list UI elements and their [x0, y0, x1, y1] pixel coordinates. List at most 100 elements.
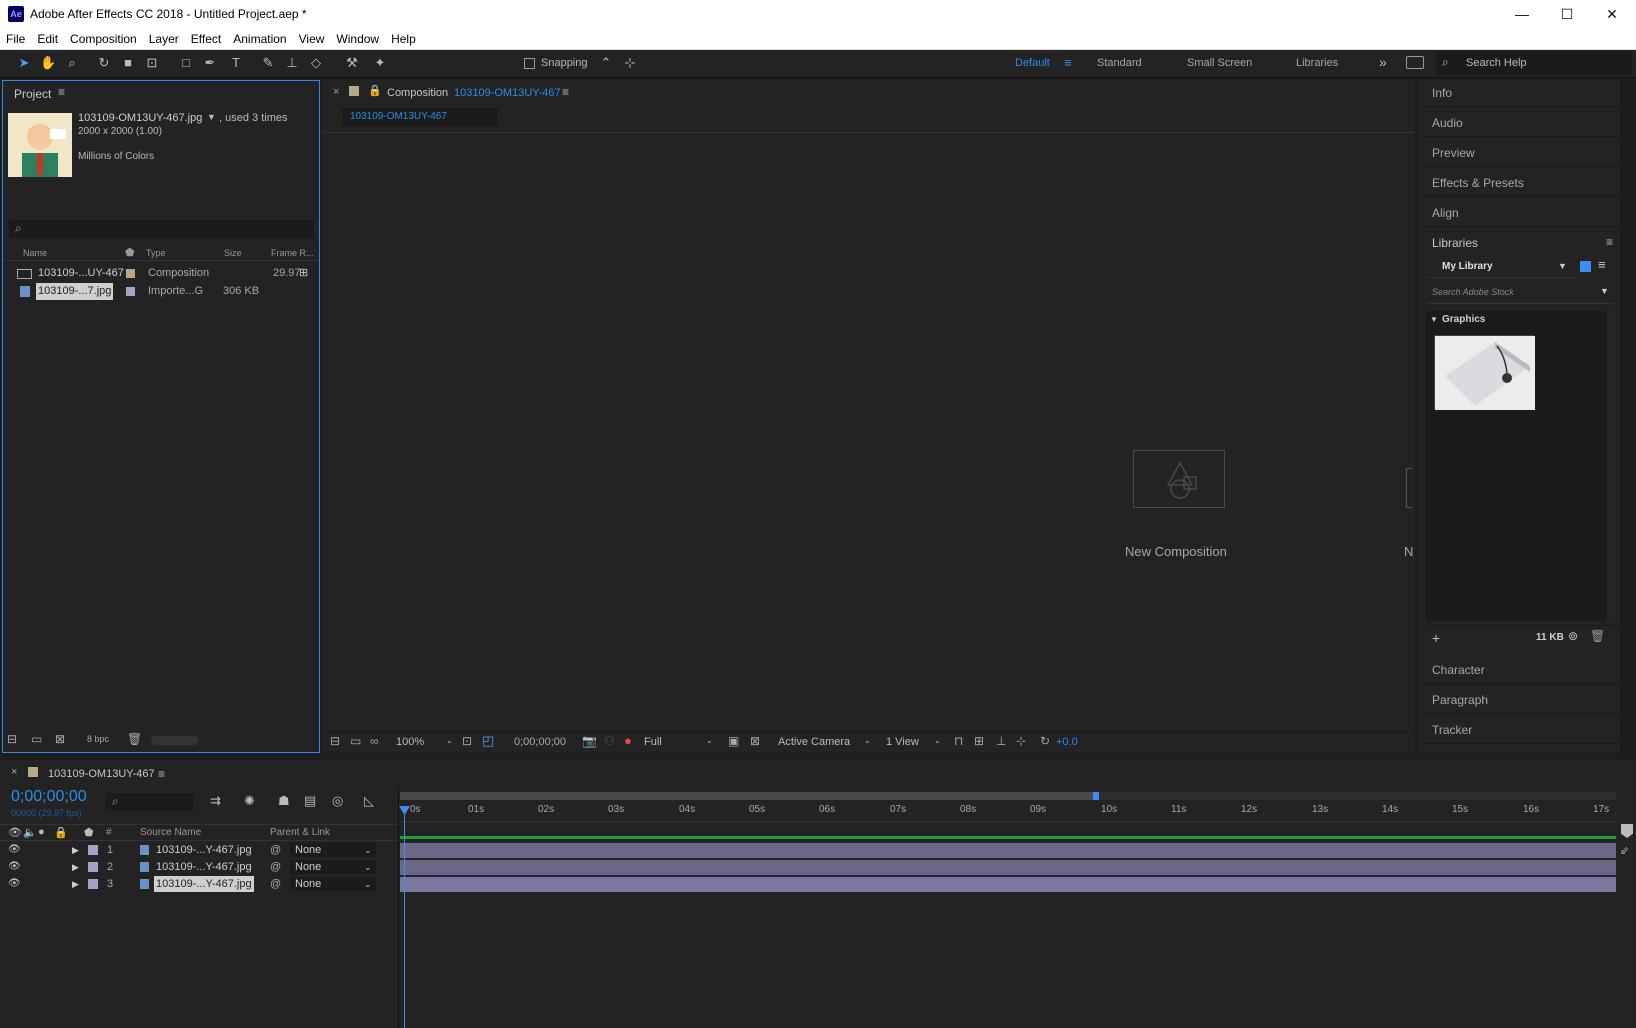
- eye-icon[interactable]: 👁: [8, 842, 21, 858]
- expand-triangle-icon[interactable]: ▶: [72, 876, 79, 892]
- character-panel-tab[interactable]: Character: [1422, 656, 1622, 684]
- libraries-scrollbar[interactable]: [1610, 311, 1616, 621]
- minimize-button[interactable]: —: [1500, 3, 1544, 27]
- layer-row-1[interactable]: 👁 ▶ 1 103109-...Y-467.jpg @ None ⌄: [0, 842, 398, 858]
- trash-icon[interactable]: 🗑: [1590, 629, 1605, 643]
- expand-triangle-icon[interactable]: ▶: [72, 859, 79, 875]
- layer-row-3[interactable]: 👁 ▶ 3 103109-...Y-467.jpg @ None ⌄: [0, 876, 398, 892]
- timeline-panel-menu-icon[interactable]: ≡: [158, 767, 165, 781]
- new-folder-icon[interactable]: ▭: [31, 732, 42, 746]
- usage-dropdown-icon[interactable]: ▼: [207, 112, 216, 122]
- toggle-pixel-aspect-icon[interactable]: ⊓: [954, 734, 963, 748]
- project-search-input[interactable]: ⌕: [9, 220, 314, 238]
- frame-blending-icon[interactable]: ▤: [304, 793, 316, 809]
- roto-brush-tool-icon[interactable]: ⚒: [344, 55, 360, 71]
- time-navigator-end-handle[interactable]: [1093, 792, 1099, 800]
- label-tag-icon[interactable]: ⬟: [84, 826, 94, 839]
- layer-2-duration-bar[interactable]: [400, 860, 1616, 875]
- creative-cloud-icon[interactable]: ⊚: [1568, 629, 1578, 643]
- layer-label-chip[interactable]: [88, 879, 98, 889]
- new-composition-icon[interactable]: ⊠: [55, 732, 65, 746]
- workspace-libraries[interactable]: Libraries: [1296, 57, 1338, 69]
- libraries-title[interactable]: Libraries: [1432, 236, 1478, 250]
- col-size[interactable]: Size: [224, 248, 242, 258]
- audio-icon[interactable]: 🔈: [23, 826, 37, 839]
- eraser-tool-icon[interactable]: ◇: [308, 55, 324, 71]
- menu-layer[interactable]: Layer: [143, 28, 185, 46]
- graph-editor-icon[interactable]: ◺: [364, 793, 374, 809]
- type-tool-icon[interactable]: T: [228, 55, 244, 71]
- graphic-asset-thumbnail[interactable]: [1434, 335, 1535, 410]
- fast-previews-icon[interactable]: ▣: [728, 734, 739, 748]
- layer-source-name[interactable]: 103109-...Y-467.jpg: [156, 859, 252, 875]
- info-panel-tab[interactable]: Info: [1422, 79, 1622, 107]
- grid-view-icon[interactable]: [1580, 261, 1591, 272]
- lock-icon[interactable]: 🔒: [368, 84, 382, 97]
- col-name[interactable]: Name: [23, 248, 47, 258]
- col-type[interactable]: Type: [146, 248, 166, 258]
- thumbnail-size-slider[interactable]: [151, 736, 199, 745]
- fit-icon[interactable]: ⊡: [462, 734, 472, 748]
- add-asset-icon[interactable]: +: [1432, 630, 1440, 646]
- pick-whip-icon[interactable]: @: [270, 842, 281, 858]
- rectangle-tool-icon[interactable]: □: [178, 55, 194, 71]
- col-frame-rate[interactable]: Frame R...: [271, 248, 314, 258]
- workspace-default[interactable]: Default: [1015, 57, 1050, 69]
- color-channels-icon[interactable]: ●: [624, 733, 632, 748]
- pan-behind-tool-icon[interactable]: ⊡: [144, 55, 160, 71]
- draft-3d-toggle-icon[interactable]: ✺: [244, 793, 255, 809]
- list-view-icon[interactable]: ≡: [1598, 257, 1606, 272]
- layer-1-duration-bar[interactable]: [400, 843, 1616, 858]
- current-time-display[interactable]: 0;00;00;00: [514, 736, 566, 748]
- adobe-stock-search-input[interactable]: Search Adobe Stock ▼: [1428, 284, 1614, 304]
- paragraph-panel-tab[interactable]: Paragraph: [1422, 686, 1622, 714]
- bit-depth-button[interactable]: 8 bpc: [87, 734, 109, 744]
- solo-icon[interactable]: ●: [38, 826, 45, 838]
- resolution-dropdown[interactable]: Full: [644, 736, 662, 748]
- eye-icon[interactable]: 👁: [8, 876, 21, 892]
- vr-view-icon[interactable]: ▭: [350, 734, 361, 748]
- clone-stamp-tool-icon[interactable]: ⊥: [284, 55, 300, 71]
- workspace-menu-icon[interactable]: ≡: [1064, 55, 1072, 70]
- sync-settings-icon[interactable]: [1406, 56, 1424, 69]
- timeline-search-input[interactable]: ⌕: [106, 793, 194, 811]
- snapping-checkbox[interactable]: [524, 58, 535, 69]
- close-timeline-icon[interactable]: ×: [11, 766, 17, 778]
- layer-label-chip[interactable]: [88, 845, 98, 855]
- project-tab[interactable]: Project: [14, 87, 51, 101]
- effects-presets-panel-tab[interactable]: Effects & Presets: [1422, 169, 1622, 197]
- snap-edge-icon[interactable]: ⌃: [598, 55, 614, 71]
- reset-exposure-icon[interactable]: ↻: [1040, 734, 1050, 748]
- puppet-tool-icon[interactable]: ✦: [372, 55, 388, 71]
- hide-shy-layers-icon[interactable]: ☗: [278, 793, 290, 809]
- show-snapshot-icon[interactable]: ⚇: [604, 734, 615, 748]
- col-source-name[interactable]: Source Name: [140, 827, 201, 838]
- audio-panel-tab[interactable]: Audio: [1422, 109, 1622, 137]
- composition-tab-prefix[interactable]: Composition: [387, 87, 448, 99]
- layer-3-duration-bar[interactable]: [400, 877, 1616, 892]
- pick-whip-icon[interactable]: @: [270, 876, 281, 892]
- layer-row-2[interactable]: 👁 ▶ 2 103109-...Y-467.jpg @ None ⌄: [0, 859, 398, 875]
- libraries-panel-menu-icon[interactable]: ≡: [1606, 235, 1613, 249]
- menu-help[interactable]: Help: [385, 28, 422, 46]
- close-tab-icon[interactable]: ×: [333, 86, 339, 98]
- region-of-interest-icon[interactable]: ◰: [482, 733, 494, 749]
- magnification-dropdown[interactable]: 100%: [396, 736, 424, 748]
- layer-source-name[interactable]: 103109-...Y-467.jpg: [156, 842, 252, 858]
- maximize-button[interactable]: ☐: [1545, 3, 1589, 27]
- delete-icon[interactable]: 🗑: [127, 732, 142, 746]
- view-options-icon[interactable]: ∞: [370, 734, 379, 748]
- flowchart-icon[interactable]: ⊹: [1016, 734, 1026, 748]
- clipped-new-from-footage-label[interactable]: N: [1404, 544, 1413, 559]
- work-area-bar[interactable]: [400, 836, 1616, 839]
- library-select[interactable]: My Library ▼: [1428, 258, 1576, 278]
- label-tag-icon[interactable]: ⬟: [125, 246, 135, 259]
- eye-icon[interactable]: 👁: [8, 826, 22, 839]
- layer-label-chip[interactable]: [88, 862, 98, 872]
- timeline-current-time[interactable]: 0;00;00;00: [11, 788, 87, 806]
- menu-file[interactable]: File: [0, 28, 31, 46]
- more-workspaces-button[interactable]: »: [1379, 54, 1387, 70]
- composition-tab-name[interactable]: 103109-OM13UY-467: [454, 87, 561, 99]
- view-layout-dropdown[interactable]: 1 View: [886, 736, 919, 748]
- menu-animation[interactable]: Animation: [227, 28, 292, 46]
